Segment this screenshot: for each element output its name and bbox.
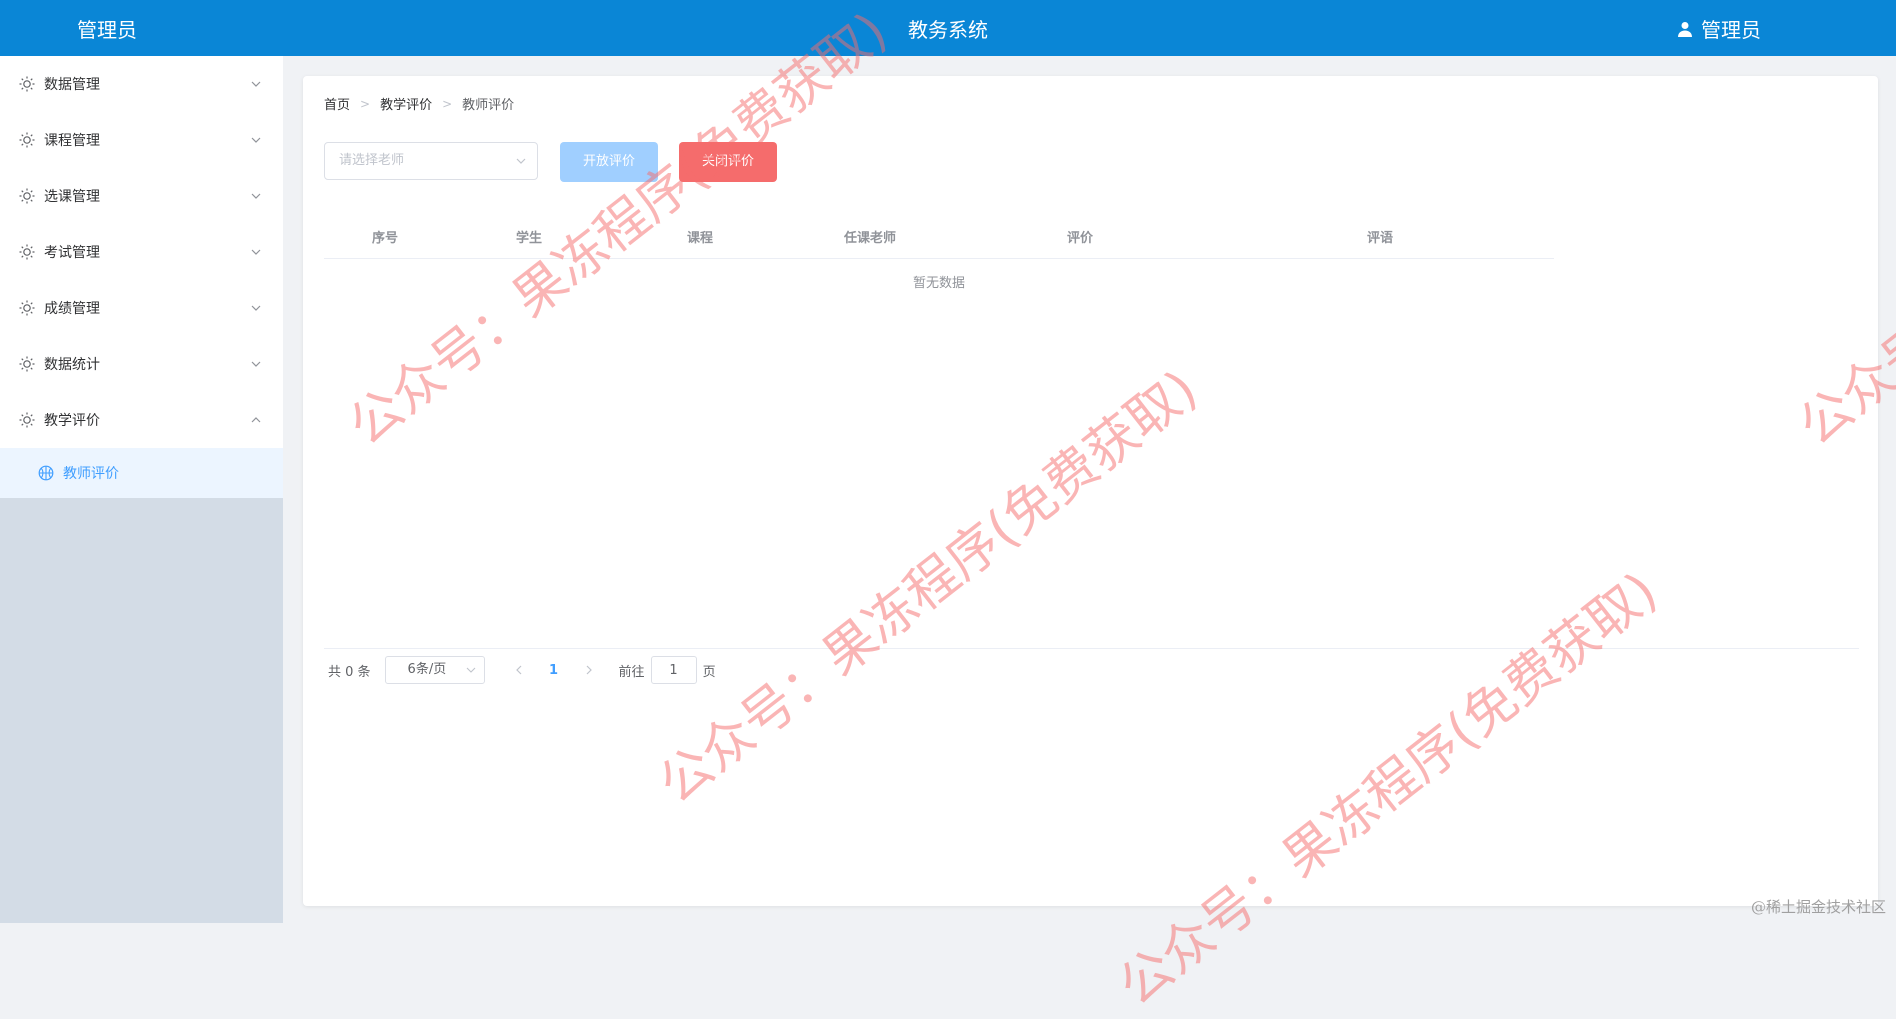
teacher-select-placeholder: 请选择老师 xyxy=(339,153,405,168)
chevron-down-icon xyxy=(251,193,261,199)
breadcrumb-home[interactable]: 首页 xyxy=(324,94,350,113)
column-header-student: 学生 xyxy=(516,231,543,246)
pagination: 共 0 条 6条/页 1 前往 页 xyxy=(328,654,716,686)
brand-label: 管理员 xyxy=(77,18,137,42)
column-header-teacher: 任课老师 xyxy=(844,231,897,246)
teacher-select[interactable]: 请选择老师 xyxy=(324,142,538,180)
chevron-down-icon xyxy=(516,158,526,164)
corner-mark: @稀土掘金技术社区 xyxy=(1750,898,1886,916)
page-number[interactable]: 1 xyxy=(539,663,569,678)
divider xyxy=(324,648,1859,649)
sidebar-item-grade-management[interactable]: 成绩管理 xyxy=(0,280,283,336)
pagination-total: 共 0 条 xyxy=(328,664,371,680)
sidebar-subitem-label: 教师评价 xyxy=(63,466,119,482)
empty-text: 暂无数据 xyxy=(912,276,965,291)
basketball-icon xyxy=(38,465,54,481)
close-evaluation-button[interactable]: 关闭评价 xyxy=(679,142,777,182)
top-header: 管理员 教务系统 管理员 xyxy=(0,0,1896,56)
sun-icon xyxy=(19,412,35,428)
column-header-index: 序号 xyxy=(372,231,399,246)
chevron-down-icon xyxy=(251,81,261,87)
sidebar-item-label: 考试管理 xyxy=(44,245,100,261)
next-page-button[interactable] xyxy=(577,656,601,684)
sidebar-item-exam-management[interactable]: 考试管理 xyxy=(0,224,283,280)
open-evaluation-button[interactable]: 开放评价 xyxy=(560,142,658,182)
chevron-down-icon xyxy=(251,249,261,255)
breadcrumb: 首页 > 教学评价 > 教师评价 xyxy=(324,94,515,114)
prev-page-button[interactable] xyxy=(507,656,531,684)
sidebar-item-label: 数据管理 xyxy=(44,77,100,93)
column-header-rating: 评价 xyxy=(1067,231,1094,246)
sidebar-item-label: 选课管理 xyxy=(44,189,100,205)
sun-icon xyxy=(19,76,35,92)
sun-icon xyxy=(19,244,35,260)
user-menu[interactable]: 管理员 xyxy=(1677,14,1761,43)
evaluation-table: 序号 学生 课程 任课老师 评价 评语 暂无数据 xyxy=(324,214,1554,291)
chevron-down-icon xyxy=(251,361,261,367)
sidebar-item-course-management[interactable]: 课程管理 xyxy=(0,112,283,168)
sun-icon xyxy=(19,188,35,204)
chevron-down-icon xyxy=(251,305,261,311)
main-card: 首页 > 教学评价 > 教师评价 请选择老师 开放评价 关闭评价 序号 学生 课… xyxy=(303,76,1878,906)
page-size-select[interactable]: 6条/页 xyxy=(384,656,485,684)
sidebar-item-label: 数据统计 xyxy=(44,357,100,373)
sidebar-item-teaching-evaluation[interactable]: 教学评价 xyxy=(0,392,283,448)
sidebar-subitem-teacher-evaluation[interactable]: 教师评价 xyxy=(0,448,283,498)
user-name: 管理员 xyxy=(1701,18,1761,42)
chevron-right-icon: > xyxy=(360,96,371,111)
column-header-comment: 评语 xyxy=(1367,231,1394,246)
chevron-left-icon xyxy=(515,665,521,675)
chevron-right-icon: > xyxy=(442,96,453,111)
breadcrumb-current: 教师评价 xyxy=(462,98,515,113)
chevron-right-icon xyxy=(586,665,592,675)
sidebar: 数据管理 课程管理 选课管理 考试管理 成绩管理 数据统计 教学评价 教师评价 xyxy=(0,56,283,923)
sidebar-menu: 数据管理 课程管理 选课管理 考试管理 成绩管理 数据统计 教学评价 教师评价 xyxy=(0,56,283,498)
chevron-down-icon xyxy=(251,137,261,143)
sidebar-item-label: 成绩管理 xyxy=(44,301,100,317)
column-header-course: 课程 xyxy=(687,231,714,246)
breadcrumb-teaching-evaluation[interactable]: 教学评价 xyxy=(380,94,432,113)
goto-suffix: 页 xyxy=(702,664,716,680)
sidebar-item-course-selection[interactable]: 选课管理 xyxy=(0,168,283,224)
chevron-down-icon xyxy=(466,667,475,673)
sidebar-item-label: 课程管理 xyxy=(44,133,100,149)
app-title: 教务系统 xyxy=(908,18,988,42)
sidebar-item-data-management[interactable]: 数据管理 xyxy=(0,56,283,112)
goto-page-input[interactable] xyxy=(650,656,697,684)
page-size-value: 6条/页 xyxy=(407,662,447,677)
table-header: 序号 学生 课程 任课老师 评价 评语 xyxy=(324,214,1554,259)
chevron-up-icon xyxy=(251,417,261,423)
sun-icon xyxy=(19,300,35,316)
user-icon xyxy=(1678,21,1692,37)
goto-label: 前往 xyxy=(618,664,645,680)
sun-icon xyxy=(19,132,35,148)
sidebar-item-statistics[interactable]: 数据统计 xyxy=(0,336,283,392)
sidebar-item-label: 教学评价 xyxy=(44,413,100,429)
sun-icon xyxy=(19,356,35,372)
